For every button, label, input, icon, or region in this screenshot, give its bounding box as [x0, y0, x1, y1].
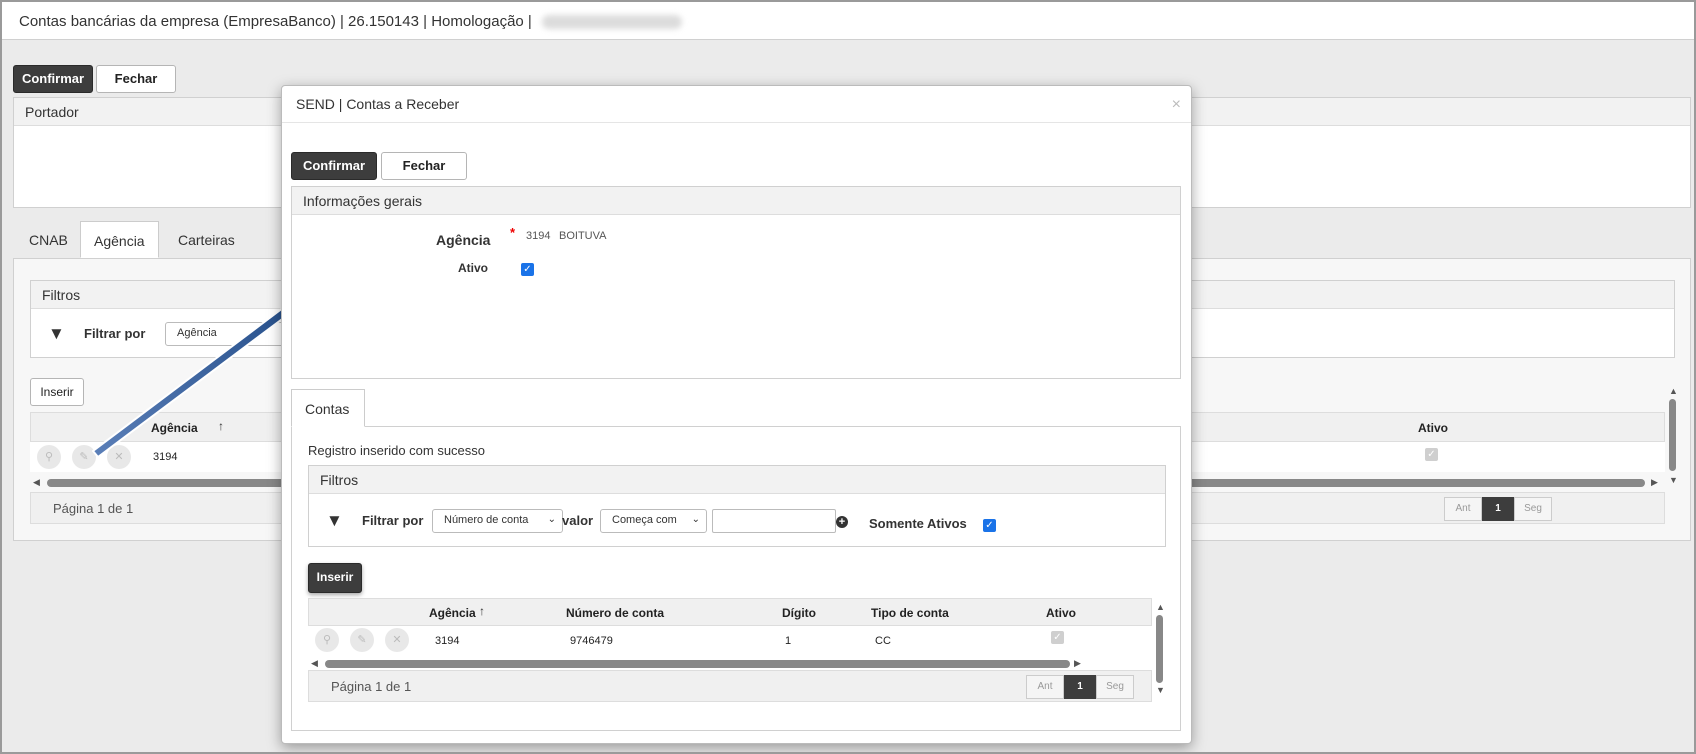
filter-value-input[interactable] [712, 509, 836, 533]
scroll-up-icon[interactable]: ▲ [1156, 602, 1165, 612]
modal-pagination-bar: Página 1 de 1 Ant 1 Seg [308, 670, 1152, 702]
success-message: Registro inserido com sucesso [308, 443, 486, 458]
ativo-label: Ativo [458, 261, 488, 275]
somente-ativos-checkbox[interactable]: ✓ [983, 519, 996, 532]
table-row: ⚲ ✎ ✕ 3194 9746479 1 CC ✓ [308, 626, 1152, 654]
modal-filters-panel: Filtros ▼ Filtrar por Número de conta ⌄ … [308, 465, 1166, 547]
modal-close-button[interactable]: Fechar [381, 152, 467, 180]
cell-tipo-conta: CC [875, 635, 891, 647]
cell-ativo-checkbox: ✓ [1051, 631, 1064, 644]
agencia-label: Agência [436, 232, 491, 248]
modal-divider [282, 122, 1191, 123]
modal-filter-icon[interactable]: ▼ [326, 511, 343, 531]
modal-filters-title: Filtros [309, 466, 1165, 494]
col-digito[interactable]: Dígito [782, 606, 816, 620]
contas-tab-content: Registro inserido com sucesso Filtros ▼ … [291, 426, 1181, 731]
scroll-left-icon[interactable]: ◀ [311, 658, 318, 669]
search-icon[interactable]: ⚲ [315, 628, 339, 652]
tab-contas[interactable]: Contas [291, 389, 365, 427]
general-info-title: Informações gerais [292, 187, 1180, 215]
add-circle-icon[interactable]: + [836, 516, 848, 528]
cell-agencia: 3194 [435, 635, 460, 647]
col-agencia[interactable]: Agência [429, 606, 476, 620]
pager-prev[interactable]: Ant [1026, 675, 1064, 699]
modal-horizontal-scrollbar[interactable] [325, 660, 1070, 668]
filter-field-select[interactable]: Número de conta ⌄ [432, 509, 563, 533]
cell-numero-conta: 9746479 [570, 635, 613, 647]
agencia-name[interactable]: BOITUVA [559, 230, 606, 242]
filter-field-value: Número de conta [444, 514, 529, 526]
required-mark: * [510, 225, 516, 240]
modal-vertical-scrollbar[interactable] [1156, 615, 1163, 683]
chevron-down-icon: ⌄ [547, 514, 556, 525]
chevron-down-icon: ⌄ [691, 514, 700, 525]
close-icon[interactable]: × [1172, 96, 1181, 114]
col-tipo-conta[interactable]: Tipo de conta [871, 606, 949, 620]
ativo-checkbox[interactable]: ✓ [521, 263, 534, 276]
edit-icon[interactable]: ✎ [350, 628, 374, 652]
modal-insert-button[interactable]: Inserir [308, 563, 362, 593]
modal-page-text: Página 1 de 1 [331, 679, 412, 694]
modal-title: SEND | Contas a Receber [296, 96, 460, 112]
cell-digito: 1 [785, 635, 792, 647]
modal-confirm-button[interactable]: Confirmar [291, 152, 377, 180]
col-ativo[interactable]: Ativo [1046, 606, 1076, 620]
somente-ativos-label: Somente Ativos [869, 516, 967, 531]
pager-current[interactable]: 1 [1064, 675, 1096, 699]
sort-up-icon[interactable]: ↑ [479, 604, 485, 618]
app-window: Contas bancárias da empresa (EmpresaBanc… [0, 0, 1696, 754]
tab-agencia[interactable]: Agência [80, 221, 159, 258]
filter-operator-value: Começa com [612, 514, 677, 526]
filter-operator-select[interactable]: Começa com ⌄ [600, 509, 707, 533]
scroll-down-icon[interactable]: ▼ [1156, 685, 1165, 695]
modal-table-header: Agência ↑ Número de conta Dígito Tipo de… [308, 598, 1152, 626]
col-numero-conta[interactable]: Número de conta [566, 606, 664, 620]
pager-next[interactable]: Seg [1096, 675, 1134, 699]
scroll-right-icon[interactable]: ▶ [1074, 658, 1081, 669]
agencia-code[interactable]: 3194 [526, 230, 550, 242]
contas-modal: SEND | Contas a Receber × Confirmar Fech… [281, 85, 1192, 744]
valor-label: valor [562, 513, 594, 528]
delete-icon[interactable]: ✕ [385, 628, 409, 652]
general-info-panel: Informações gerais Agência * 3194 BOITUV… [291, 186, 1181, 379]
modal-filter-by-label: Filtrar por [362, 513, 424, 528]
